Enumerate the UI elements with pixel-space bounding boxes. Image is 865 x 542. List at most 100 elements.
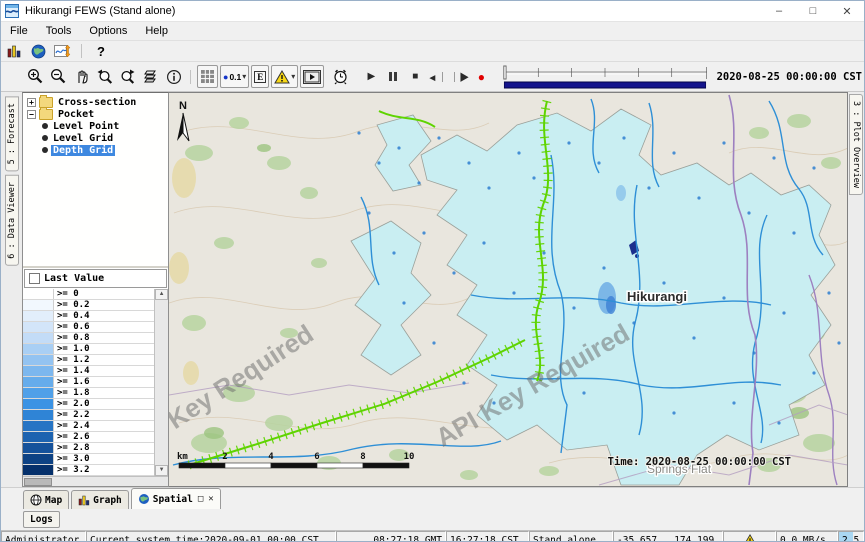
svg-text:km: km [177, 452, 188, 462]
legend-row[interactable]: >= 1.4 [23, 366, 154, 377]
tree-node-label[interactable]: Level Grid [51, 133, 115, 144]
map-time-label: Time: 2020-08-25 00:00:00 CST [608, 456, 791, 468]
globe-explorer-icon[interactable] [29, 43, 47, 59]
legend-row[interactable]: >= 1.8 [23, 388, 154, 399]
legend-row[interactable]: >= 3.2 [23, 465, 154, 476]
tree-node-depth-grid[interactable]: Depth Grid [23, 144, 168, 156]
pause-button[interactable] [383, 67, 403, 87]
legend-row[interactable]: >= 0 [23, 289, 154, 300]
info-button[interactable] [163, 66, 184, 87]
first-frame-button[interactable]: ◄｜ [427, 67, 447, 87]
legend-vertical-scrollbar[interactable]: ▲ ▼ [154, 289, 168, 476]
zoom-next-button[interactable] [117, 66, 138, 87]
legend-row[interactable]: >= 0.2 [23, 300, 154, 311]
classification-threshold-dropdown[interactable]: ● 0.1 ▾ [220, 65, 249, 88]
menu-options[interactable]: Options [80, 25, 136, 37]
fews-app-icon [5, 4, 19, 18]
svg-text:N: N [179, 100, 187, 112]
legend-row[interactable]: >= 2.4 [23, 421, 154, 432]
svg-text:4: 4 [268, 452, 274, 462]
legend-value-label: >= 1.0 [54, 344, 154, 354]
legend-row[interactable]: >= 2.0 [23, 399, 154, 410]
zoom-previous-button[interactable] [94, 66, 115, 87]
tree-node-label-selected[interactable]: Depth Grid [51, 145, 115, 156]
warning-triangle-icon [274, 70, 290, 84]
svg-text:8: 8 [360, 452, 365, 462]
legend-row[interactable]: >= 1.2 [23, 355, 154, 366]
maximize-button[interactable]: □ [796, 1, 830, 21]
legend-list: >= 0>= 0.2>= 0.4>= 0.6>= 0.8>= 1.0>= 1.2… [23, 289, 154, 476]
legend-row[interactable]: >= 0.6 [23, 322, 154, 333]
tab-plot-overview[interactable]: 3 : Plot Overview [849, 94, 863, 195]
legend-row[interactable]: >= 1.6 [23, 377, 154, 388]
legend-row[interactable]: >= 3.0 [23, 454, 154, 465]
tab-data-viewer[interactable]: 6 : Data Viewer [5, 175, 19, 266]
town-label: Hikurangi [627, 289, 687, 304]
legend-color-swatch [23, 377, 54, 387]
tab-graph[interactable]: Graph [71, 490, 129, 509]
status-gmt-time: 08:27:18 GMT [336, 531, 446, 542]
thresholds-warning-dropdown[interactable]: ▾ [271, 65, 298, 88]
tab-spatial-active[interactable]: Spatial □ ✕ [131, 488, 221, 509]
scroll-up-icon[interactable]: ▲ [155, 289, 168, 300]
legend-color-swatch [23, 410, 54, 420]
layer-bullet-icon [42, 123, 48, 129]
labels-toggle-button[interactable]: E [251, 65, 269, 88]
tab-close-icon[interactable]: ✕ [208, 494, 213, 504]
close-button[interactable]: ✕ [830, 1, 864, 21]
animation-movie-button[interactable] [300, 65, 324, 88]
legend-row[interactable]: >= 2.2 [23, 410, 154, 421]
tree-node-level-point[interactable]: Level Point [23, 120, 168, 132]
legend-row[interactable]: >= 2.8 [23, 443, 154, 454]
tab-label: Graph [93, 495, 122, 506]
tab-label: Spatial [153, 494, 193, 505]
animation-timer-button[interactable] [330, 66, 351, 87]
bar-chart-icon [78, 495, 90, 506]
tab-maximize-icon[interactable]: □ [198, 494, 203, 504]
help-button[interactable]: ? [92, 43, 110, 59]
collapse-icon[interactable]: − [27, 110, 36, 119]
expand-icon[interactable]: + [27, 98, 36, 107]
legend-horizontal-scrollbar[interactable] [23, 476, 168, 486]
menu-file[interactable]: File [1, 25, 37, 37]
legend-color-swatch [23, 421, 54, 431]
zoom-out-button[interactable] [48, 66, 69, 87]
tab-forecast[interactable]: 5 : Forecast [5, 96, 19, 171]
legend-row[interactable]: >= 0.4 [23, 311, 154, 322]
legend-row[interactable]: >= 0.8 [23, 333, 154, 344]
legend-color-swatch [23, 443, 54, 453]
window-controls: – □ ✕ [762, 1, 864, 21]
last-frame-button[interactable]: ｜▶ [449, 67, 469, 87]
time-slider[interactable] [503, 65, 708, 89]
legend-color-swatch [23, 454, 54, 464]
play-button[interactable]: ▶ [361, 67, 381, 87]
zoom-in-button[interactable] [25, 66, 46, 87]
tree-node-label[interactable]: Level Point [51, 121, 121, 132]
tree-node-level-grid[interactable]: Level Grid [23, 132, 168, 144]
menu-help[interactable]: Help [136, 25, 177, 37]
last-value-checkbox[interactable] [29, 273, 40, 284]
minimize-button[interactable]: – [762, 1, 796, 21]
tree-node-pocket[interactable]: − Pocket [23, 108, 168, 120]
scroll-down-icon[interactable]: ▼ [155, 465, 168, 476]
legend-color-swatch [23, 432, 54, 442]
map-viewport[interactable]: API Key Required API Key Required N km 2… [169, 92, 848, 487]
legend-row[interactable]: >= 2.6 [23, 432, 154, 443]
logs-button[interactable]: Logs [23, 511, 60, 528]
layers-button[interactable] [140, 66, 161, 87]
pan-hand-button[interactable] [71, 66, 92, 87]
legend-row[interactable]: >= 1.0 [23, 344, 154, 355]
legend-color-swatch [23, 388, 54, 398]
record-button[interactable]: ● [471, 67, 491, 87]
tab-map[interactable]: Map [23, 490, 69, 509]
database-chart-icon[interactable] [5, 43, 23, 59]
menu-tools[interactable]: Tools [37, 25, 81, 37]
stop-button[interactable]: ■ [405, 67, 425, 87]
tree-node-label[interactable]: Cross-section [56, 97, 138, 108]
legend-value-label: >= 2.8 [54, 443, 154, 453]
timeseries-edit-icon[interactable] [53, 43, 71, 59]
grid-display-toggle[interactable] [197, 65, 218, 88]
tree-node-label[interactable]: Pocket [56, 109, 96, 120]
application-window: Hikurangi FEWS (Stand alone) – □ ✕ File … [0, 0, 865, 542]
status-warning-cell[interactable] [723, 531, 776, 542]
